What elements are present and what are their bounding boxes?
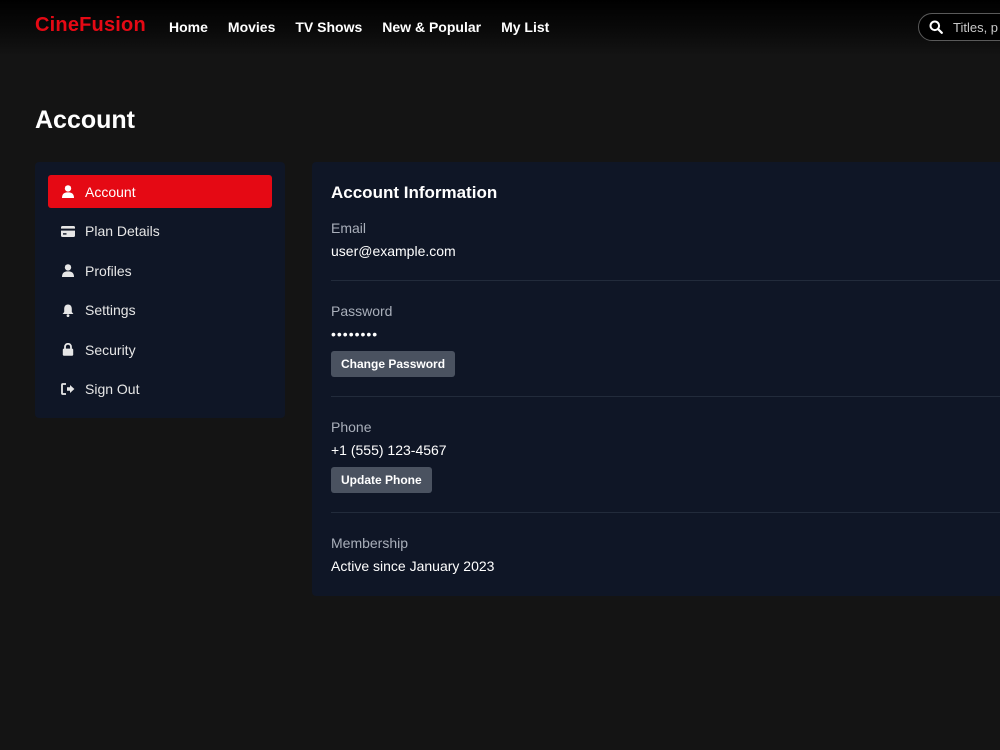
section-divider (331, 512, 1000, 513)
nav-item-my-list[interactable]: My List (501, 19, 549, 35)
section-divider (331, 396, 1000, 397)
account-information-panel: Account Information Email user@example.c… (312, 162, 1000, 596)
user-icon (61, 264, 75, 278)
membership-section: Membership Active since January 2023 (331, 535, 1000, 574)
update-phone-button[interactable]: Update Phone (331, 467, 432, 493)
user-icon (61, 185, 75, 199)
nav-item-tv-shows[interactable]: TV Shows (295, 19, 362, 35)
sidebar-item-account[interactable]: Account (48, 175, 272, 208)
membership-value: Active since January 2023 (331, 558, 495, 574)
nav-item-home[interactable]: Home (169, 19, 208, 35)
brand-logo[interactable]: CineFusion (35, 14, 146, 37)
sign-out-icon (61, 382, 75, 396)
account-sidebar: Account Plan Details Profiles Settings S… (35, 162, 285, 418)
page-title: Account (35, 106, 135, 134)
credit-card-icon (61, 224, 75, 238)
phone-label: Phone (331, 419, 372, 435)
section-divider (331, 280, 1000, 281)
nav-item-movies[interactable]: Movies (228, 19, 275, 35)
panel-title: Account Information (331, 183, 498, 202)
sidebar-item-label: Sign Out (85, 381, 140, 397)
top-navigation-bar: CineFusion Home Movies TV Shows New & Po… (0, 0, 1000, 56)
password-section: Password •••••••• Change Password (331, 303, 1000, 377)
nav-item-new-popular[interactable]: New & Popular (382, 19, 481, 35)
email-label: Email (331, 220, 367, 236)
sidebar-item-label: Profiles (85, 262, 132, 279)
email-value: user@example.com (331, 243, 456, 259)
password-value: •••••••• (331, 326, 379, 342)
change-password-button[interactable]: Change Password (331, 351, 456, 377)
phone-value: +1 (555) 123-4567 (331, 442, 447, 458)
membership-label: Membership (331, 535, 409, 551)
sidebar-item-settings[interactable]: Settings (48, 294, 272, 327)
password-label: Password (331, 303, 393, 319)
bell-icon (61, 303, 75, 317)
sidebar-item-label: Settings (85, 302, 136, 318)
main-nav: Home Movies TV Shows New & Popular My Li… (169, 19, 549, 35)
search-icon (929, 20, 943, 34)
email-section: Email user@example.com (331, 220, 1000, 259)
sidebar-item-sign-out[interactable]: Sign Out (48, 373, 272, 406)
search-input[interactable] (951, 18, 1000, 36)
sidebar-item-plan-details[interactable]: Plan Details (48, 215, 272, 248)
sidebar-item-label: Account (85, 183, 136, 200)
lock-icon (61, 343, 75, 357)
sidebar-item-profiles[interactable]: Profiles (48, 254, 272, 287)
sidebar-item-security[interactable]: Security (48, 333, 272, 366)
search-box[interactable] (918, 13, 1000, 41)
phone-section: Phone +1 (555) 123-4567 Update Phone (331, 419, 1000, 493)
sidebar-item-label: Security (85, 341, 136, 358)
sidebar-item-label: Plan Details (85, 223, 160, 239)
